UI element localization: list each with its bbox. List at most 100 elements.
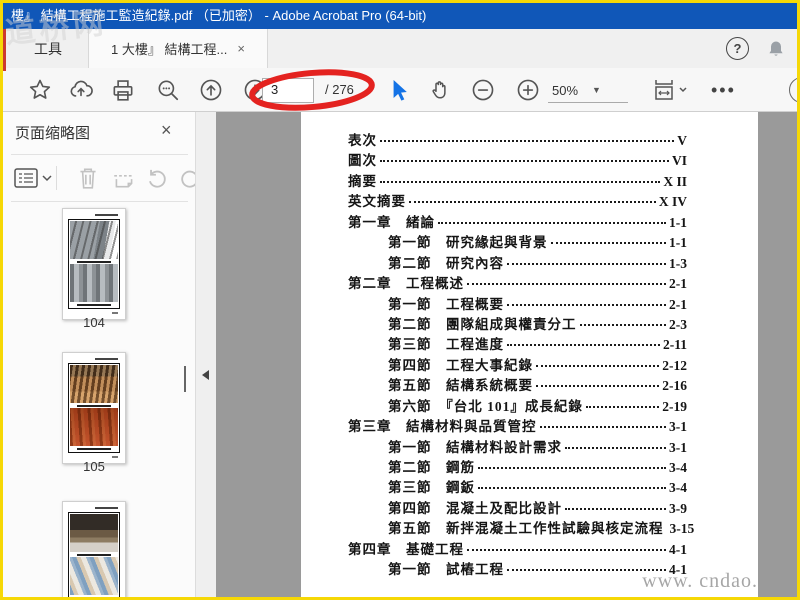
thumb-page-number <box>111 456 118 458</box>
search-icon[interactable] <box>155 77 181 103</box>
thumbnail-page-104[interactable] <box>62 208 126 320</box>
toc-leader-dots <box>467 283 666 286</box>
clipped-toolbar-icon[interactable] <box>789 77 797 103</box>
panel-scrollbar[interactable] <box>184 366 186 392</box>
toc-entry-title: 第一章 緒論 <box>348 214 435 230</box>
toc-entry-page: 2-12 <box>662 357 687 373</box>
toc-entry: 第五節 結構系統概要 2-16 <box>348 374 687 394</box>
rotate-left-icon[interactable] <box>144 165 170 191</box>
construction-photo <box>70 557 118 595</box>
tab-close-icon[interactable]: × <box>237 41 245 56</box>
panel-close-icon[interactable]: × <box>161 120 172 141</box>
toc-leader-dots <box>380 160 669 163</box>
tab-document[interactable]: 1 大樓』 結構工程... × <box>88 29 268 68</box>
toc-entry: 第三節 鋼鈑 3-4 <box>348 476 687 496</box>
toc-entry-title: 第二節 研究內容 <box>388 255 504 271</box>
extract-page-icon[interactable] <box>111 165 137 191</box>
thumb-caption <box>95 214 119 216</box>
thumb-caption <box>95 358 119 360</box>
toc-entry: 第四節 工程大事紀錄 2-12 <box>348 354 687 374</box>
hand-tool-icon[interactable] <box>427 77 453 103</box>
toc-leader-dots <box>478 467 666 469</box>
toc-entry-title: 第二章 工程概述 <box>348 276 464 292</box>
help-icon[interactable]: ? <box>726 37 749 60</box>
toc-leader-dots <box>539 426 666 429</box>
toc-entry: 第一節 試樁工程 4-1 <box>348 558 687 578</box>
thumbnail-label[interactable]: 104 <box>62 315 126 330</box>
chevron-down-icon: ▼ <box>592 85 601 95</box>
toc-entry-page: 3-4 <box>669 480 687 496</box>
toc-leader-dots <box>380 140 675 142</box>
tab-tools-label: 工具 <box>34 40 62 57</box>
toc-leader-dots <box>409 201 656 204</box>
notification-bell-icon[interactable] <box>764 37 788 61</box>
toc-entry-title: 第五節 結構系統概要 <box>388 378 533 394</box>
toc-entry-title: 第五節 新拌混凝土工作性試驗與核定流程 <box>388 521 664 537</box>
toc-entry: 第五節 新拌混凝土工作性試驗與核定流程 3-15 <box>348 517 694 537</box>
select-tool-icon[interactable] <box>386 77 412 103</box>
toc-entry-title: 第四節 工程大事紀錄 <box>388 357 533 373</box>
share-cloud-upload-icon[interactable] <box>68 77 94 103</box>
construction-photo <box>70 264 118 302</box>
toc-entry-page: 2-1 <box>669 276 687 292</box>
toc-entry-page: X IV <box>658 194 687 210</box>
toc-entry-title: 第四章 基礎工程 <box>348 541 464 557</box>
toc-entry-title: 表次 <box>348 133 377 148</box>
previous-page-icon[interactable] <box>198 77 224 103</box>
toc-leader-dots <box>550 242 666 245</box>
toc-entry-page: 1-1 <box>669 214 687 230</box>
favorites-star-icon[interactable] <box>27 77 53 103</box>
toc-entry-page: X II <box>663 173 687 189</box>
tab-tools[interactable]: 工具 <box>8 29 88 68</box>
toc-leader-dots <box>478 487 666 490</box>
toc-entry-title: 第三節 工程進度 <box>388 337 504 353</box>
toc-entry: 第四節 混凝土及配比設計 3-9 <box>348 497 687 517</box>
pdf-page: 表次 V 圖次 VI 摘要 X II 英文摘要 X IV 第一章 緒論 1-1 第一節 研究緣起與背… <box>301 112 758 597</box>
panel-collapse-gutter[interactable] <box>196 112 216 597</box>
page-watermark: www. cndao. <box>642 570 758 592</box>
toc-leader-dots <box>507 344 660 347</box>
zoom-in-icon[interactable] <box>515 77 541 103</box>
toc-leader-dots <box>380 180 661 183</box>
toc-entry-title: 第三章 結構材料與品質管控 <box>348 419 537 435</box>
photo-frame <box>68 219 120 309</box>
zoom-out-icon[interactable] <box>470 77 496 103</box>
thumbnail-page-clipped[interactable] <box>62 501 126 597</box>
more-tools-icon[interactable]: ••• <box>711 80 736 101</box>
rotate-right-icon[interactable] <box>177 165 195 191</box>
toc-entry: 第一節 結構材料設計需求 3-1 <box>348 436 687 456</box>
photo-caption <box>77 260 111 263</box>
thumb-page-number <box>111 312 118 314</box>
toc-entry-title: 英文摘要 <box>348 194 406 210</box>
toc-leader-dots <box>565 446 666 449</box>
construction-photo <box>70 514 118 552</box>
photo-caption <box>77 404 111 407</box>
window-title: 樓』 結構工程施工監造紀錄.pdf （已加密） - Adobe Acrobat … <box>11 8 427 23</box>
thumbnail-page-105[interactable] <box>62 352 126 464</box>
toc-entry: 第三節 工程進度 2-11 <box>348 333 687 353</box>
toc-entry-title: 第一節 研究緣起與背景 <box>388 235 548 251</box>
toc-entry-title: 第一節 結構材料設計需求 <box>388 439 562 455</box>
toc-entry-title: 摘要 <box>348 173 377 189</box>
toc-entry-page: 3-9 <box>669 500 687 516</box>
panel-title: 页面缩略图 <box>15 125 91 142</box>
toc-entry-title: 第一節 試樁工程 <box>388 562 504 578</box>
toc-entry-title: 第三節 鋼鈑 <box>388 480 475 496</box>
divider <box>56 166 57 190</box>
toc-leader-dots <box>536 364 660 367</box>
print-icon[interactable] <box>110 77 136 103</box>
toc-entry: 圖次 VI <box>348 149 687 169</box>
photo-frame <box>68 363 120 453</box>
delete-page-icon[interactable] <box>75 165 101 191</box>
page-total-label: / 276 <box>325 82 354 97</box>
zoom-level-control[interactable]: 50% ▼ <box>548 78 628 103</box>
thumbnail-options-icon[interactable] <box>13 165 53 191</box>
toc-entry-page: 3-4 <box>669 460 687 475</box>
toc-entry-title: 第六節 『台北 101』成長紀錄 <box>388 398 583 414</box>
toc-leader-dots <box>579 323 666 326</box>
fit-width-icon[interactable] <box>650 77 690 103</box>
page-number-input[interactable]: 3 <box>262 78 314 103</box>
toc-entry-page: 1-1 <box>669 235 687 251</box>
toc-entry-title: 圖次 <box>348 153 377 169</box>
thumbnail-label[interactable]: 105 <box>62 459 126 474</box>
